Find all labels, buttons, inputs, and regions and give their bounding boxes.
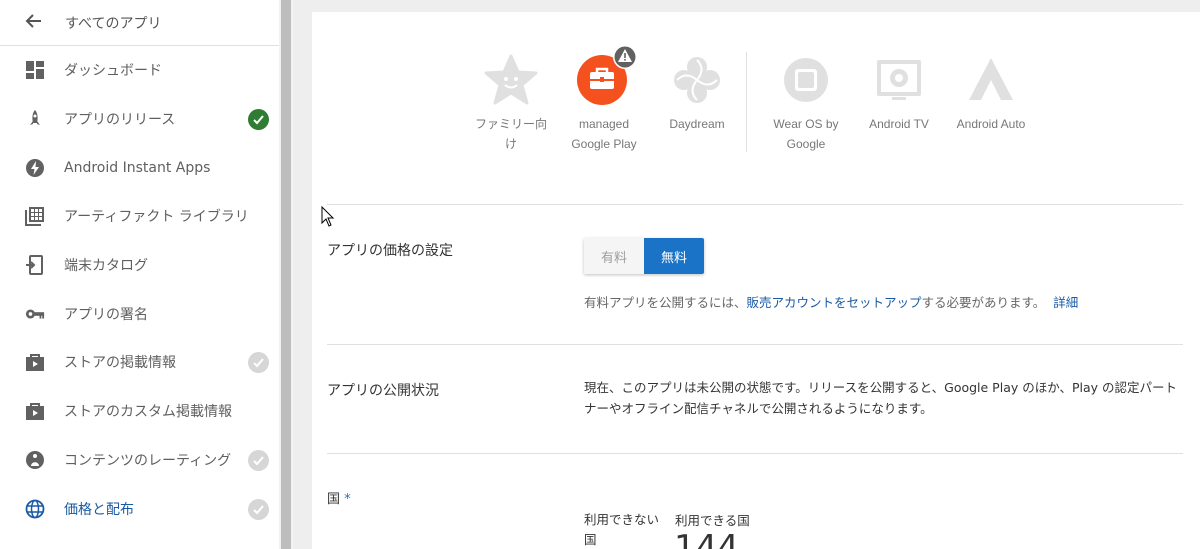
available-countries-count: 144 <box>674 528 739 549</box>
device-label: け <box>504 137 517 151</box>
sidebar-item-label: ストアの掲載情報 <box>64 355 176 371</box>
auto-icon <box>963 52 1019 108</box>
library-icon <box>25 206 45 226</box>
publish-status-label: アプリの公開状況 <box>327 383 439 399</box>
setup-merchant-account-link[interactable]: 販売アカウントをセットアップ <box>747 295 922 310</box>
countries-label: 国 * <box>327 488 351 507</box>
sidebar-scrollbar-thumb[interactable] <box>281 0 291 549</box>
device-android-tv[interactable]: Android TV <box>854 52 944 134</box>
rating-icon <box>25 450 45 470</box>
publish-status-text: 現在、このアプリは未公開の状態です。リリースを公開すると、Google Play… <box>584 380 1178 416</box>
device-label: managed <box>578 117 630 131</box>
pricing-toggle[interactable]: 有料 無料 <box>584 238 704 274</box>
device-family[interactable]: ファミリー向け <box>466 52 556 154</box>
sidebar-item-dashboard[interactable]: ダッシュボード <box>0 55 279 85</box>
daydream-icon <box>669 52 725 108</box>
key-icon <box>25 304 45 324</box>
device-managed-google-play[interactable]: managed Google Play <box>559 45 649 154</box>
dashboard-icon <box>25 60 45 80</box>
sidebar-item-content-rating[interactable]: コンテンツのレーティング <box>0 445 279 475</box>
sidebar-item-store-listing[interactable]: ストアの掲載情報 <box>0 347 279 377</box>
sidebar-item-artifact-library[interactable]: アーティファクト ライブラリ <box>0 201 279 231</box>
sidebar-item-label: コンテンツのレーティング <box>64 453 232 469</box>
available-countries-header: 利用できる国 <box>675 513 750 528</box>
device-divider <box>746 52 747 152</box>
device-label: Android Auto <box>956 117 1026 131</box>
check-pending-icon <box>248 450 269 471</box>
store-icon <box>25 401 45 421</box>
check-pending-icon <box>248 352 269 373</box>
paid-option-button[interactable]: 有料 <box>584 238 644 274</box>
sidebar-item-app-signing[interactable]: アプリの署名 <box>0 299 279 329</box>
briefcase-icon <box>576 45 637 108</box>
sidebar-item-label: Android Instant Apps <box>64 160 211 176</box>
sidebar-item-label: アプリの署名 <box>64 307 148 323</box>
sidebar-item-label: 端末カタログ <box>64 258 148 274</box>
device-label: Daydream <box>669 117 725 131</box>
back-label: すべてのアプリ <box>65 15 162 32</box>
mouse-cursor-icon <box>321 205 335 232</box>
sidebar-item-device-catalog[interactable]: 端末カタログ <box>0 250 279 280</box>
sidebar-item-pricing-distribution[interactable]: 価格と配布 <box>0 494 279 524</box>
device-wear-os[interactable]: Wear OS by Google <box>761 52 851 154</box>
required-mark: * <box>344 492 351 507</box>
divider <box>327 204 1183 205</box>
device-android-auto[interactable]: Android Auto <box>946 52 1036 134</box>
bolt-icon <box>25 158 45 178</box>
sidebar-item-label: アーティファクト ライブラリ <box>64 209 249 225</box>
globe-icon <box>25 499 45 519</box>
tv-icon <box>871 52 927 108</box>
free-option-button[interactable]: 無料 <box>644 238 704 274</box>
device-label: ファミリー向 <box>474 117 547 131</box>
device-label: Google <box>786 137 826 151</box>
device-daydream[interactable]: Daydream <box>652 52 742 134</box>
sidebar-item-app-releases[interactable]: アプリのリリース <box>0 104 279 134</box>
sidebar-item-instant-apps[interactable]: Android Instant Apps <box>0 153 279 183</box>
device-catalog-icon <box>25 255 45 275</box>
watch-icon <box>778 52 834 108</box>
pricing-note: 有料アプリを公開するには、販売アカウントをセットアップする必要があります。 詳細 <box>584 292 1078 311</box>
divider <box>327 453 1183 454</box>
device-label: Android TV <box>869 117 929 131</box>
sidebar-item-custom-store-listing[interactable]: ストアのカスタム掲載情報 <box>0 396 279 426</box>
check-complete-icon <box>248 109 269 130</box>
store-icon <box>25 352 45 372</box>
note-text: する必要があります。 <box>921 295 1046 310</box>
divider <box>327 344 1183 345</box>
warning-icon <box>612 44 638 74</box>
back-to-all-apps[interactable]: すべてのアプリ <box>0 0 279 46</box>
sidebar: すべてのアプリ ダッシュボード アプリのリリース Android Instant… <box>0 0 279 549</box>
arrow-back-icon <box>24 11 44 35</box>
sidebar-item-label: アプリのリリース <box>64 112 176 128</box>
check-pending-icon <box>248 499 269 520</box>
main-content: ファミリー向け managed Google Play Daydream Wear… <box>312 12 1200 549</box>
device-label: Google Play <box>571 137 637 151</box>
sidebar-item-label: ダッシュボード <box>64 63 162 79</box>
sidebar-item-label: 価格と配布 <box>64 502 134 518</box>
rocket-icon <box>25 109 45 129</box>
pricing-label: アプリの価格の設定 <box>327 243 453 259</box>
learn-more-link[interactable]: 詳細 <box>1053 295 1078 310</box>
note-text: 有料アプリを公開するには、 <box>584 295 747 310</box>
countries-label-text: 国 <box>327 492 341 507</box>
device-label: Wear OS by <box>773 117 839 131</box>
unavailable-countries-header: 利用できない国 <box>584 512 660 547</box>
sidebar-item-label: ストアのカスタム掲載情報 <box>64 404 232 420</box>
family-star-icon <box>483 52 539 108</box>
